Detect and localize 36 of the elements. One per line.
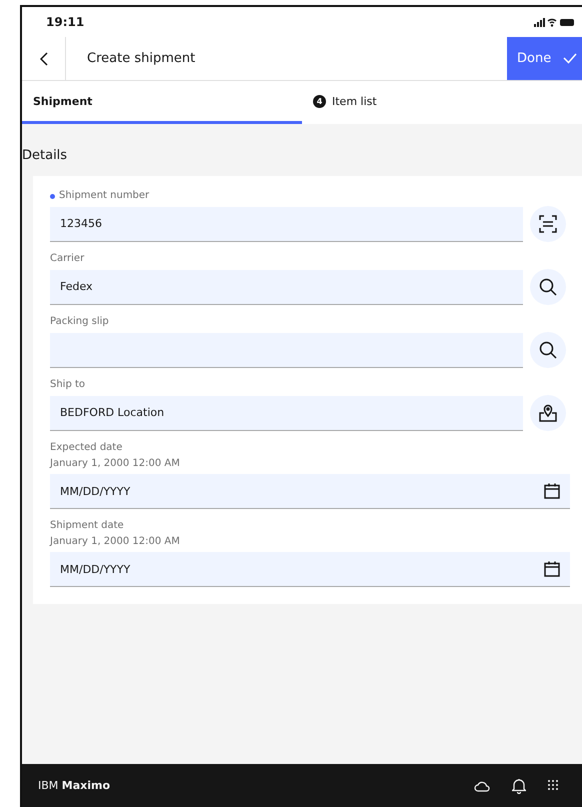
field-label: Ship to [50, 378, 86, 392]
status-icons [534, 17, 574, 27]
date-field[interactable]: MM/DD/YYYY [50, 474, 570, 509]
search-icon [539, 278, 557, 296]
field-label: Packing slip [50, 315, 109, 329]
current-date: January 1, 2000 12:00 AM [50, 457, 181, 471]
status-time: 19:11 [46, 15, 84, 29]
action-button[interactable] [530, 395, 566, 431]
location-pin-icon [539, 404, 557, 422]
field-label: Shipment date [50, 519, 125, 533]
search-icon [539, 341, 557, 359]
date-field[interactable]: MM/DD/YYYY [50, 552, 570, 587]
field-label: Carrier [50, 252, 84, 266]
action-button[interactable] [530, 332, 566, 368]
chevron-left-icon [40, 52, 48, 66]
field-label: Expected date [50, 441, 124, 455]
bell-icon[interactable] [512, 778, 526, 794]
app-grid-icon[interactable] [548, 780, 560, 792]
done-button[interactable]: Done [507, 37, 582, 80]
calendar-icon[interactable] [544, 561, 560, 577]
input-field[interactable]: BEDFORD Location [50, 396, 523, 430]
section-title: Details [22, 148, 68, 163]
input-field[interactable]: 123456 [50, 206, 523, 242]
input-field[interactable] [50, 332, 523, 368]
field-label: Shipment number [59, 189, 150, 203]
action-button[interactable] [530, 269, 566, 305]
count-badge: 4 [313, 94, 326, 108]
brand-name: IBM Maximo [38, 779, 112, 792]
calendar-icon[interactable] [544, 483, 560, 499]
current-date: January 1, 2000 12:00 AM [50, 535, 181, 549]
cloud-icon[interactable] [474, 780, 490, 792]
checkmark-icon [563, 53, 578, 64]
action-button[interactable] [530, 206, 566, 242]
page-title: Create shipment [86, 51, 196, 66]
scan-icon [539, 215, 557, 233]
input-field[interactable]: Fedex [50, 270, 523, 304]
